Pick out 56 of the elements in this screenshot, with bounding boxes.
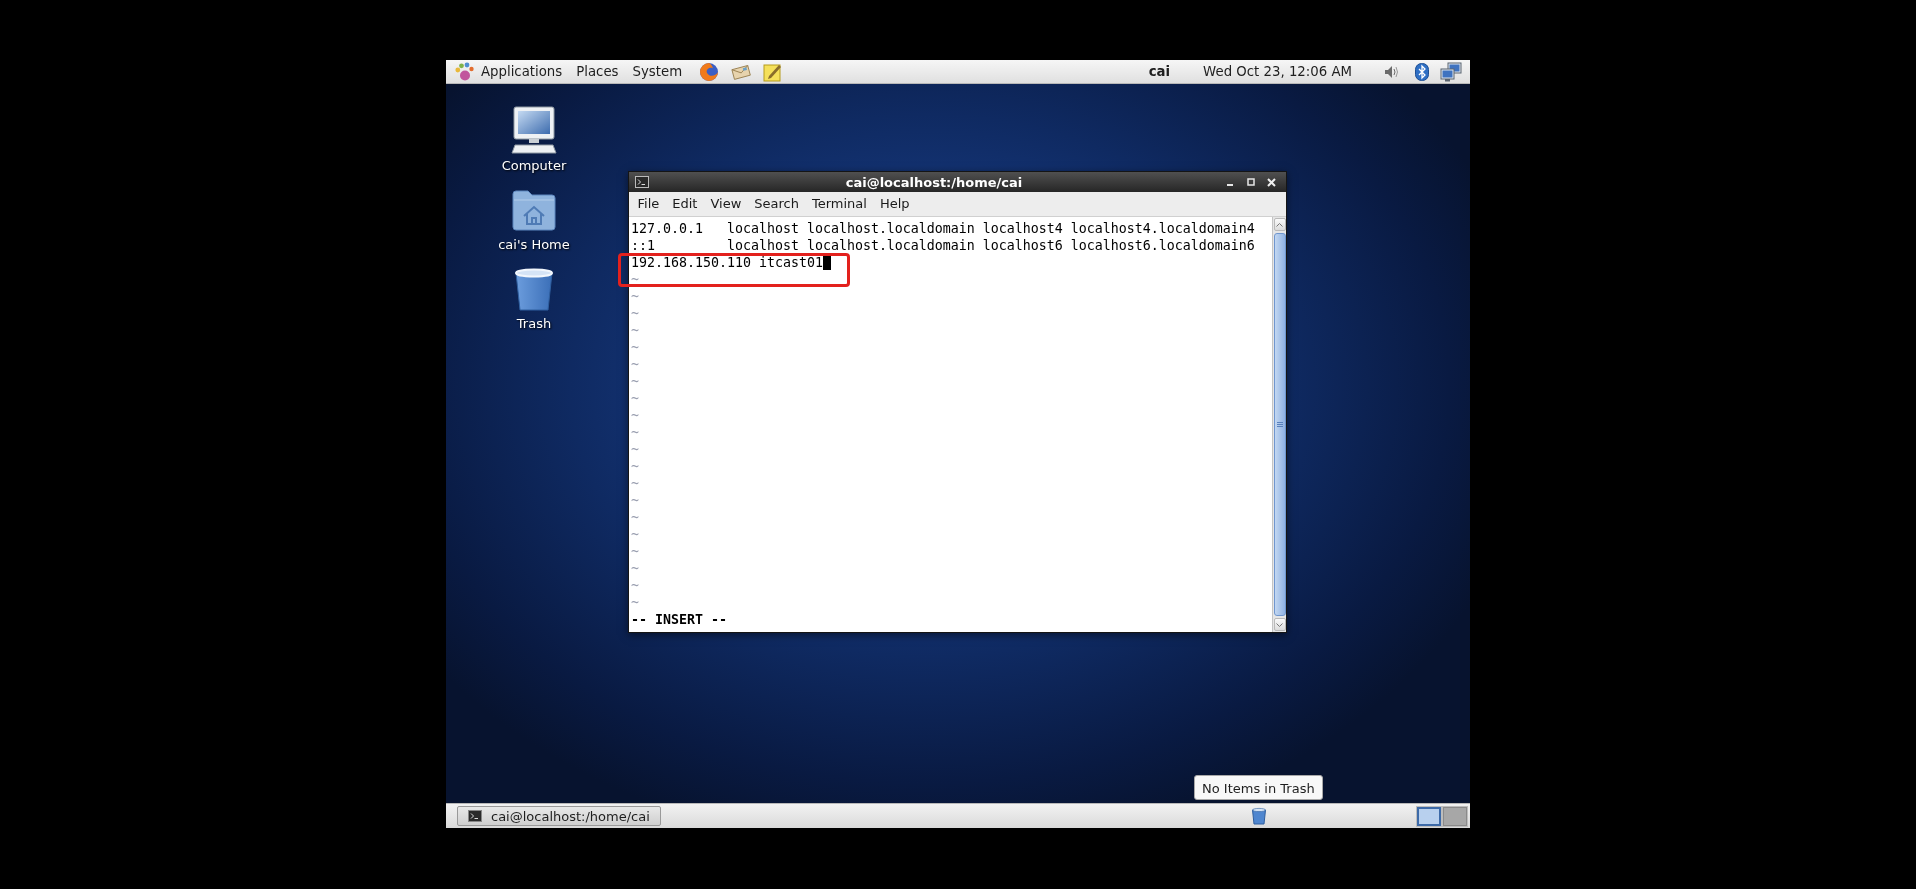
scroll-down-button[interactable]	[1273, 618, 1286, 631]
empty-line-tilde: ~	[631, 441, 639, 458]
desktop-icon-label[interactable]: cai's Home	[498, 237, 570, 253]
text-line: ::1 localhost localhost.localdomain localhost6 localhost6.localdomain6	[631, 237, 1255, 254]
menu-item[interactable]: Edit	[665, 194, 704, 214]
empty-line-tilde: ~	[631, 594, 639, 611]
note-pencil-icon[interactable]	[763, 61, 784, 82]
menu-item[interactable]: File	[631, 194, 666, 214]
empty-line-tilde: ~	[631, 475, 639, 492]
clock[interactable]: Wed Oct 23, 12:06 AM	[1203, 64, 1352, 79]
workspace-tile[interactable]	[1417, 806, 1441, 826]
empty-line-tilde: ~	[631, 305, 639, 322]
scroll-up-button[interactable]	[1273, 218, 1286, 231]
taskbar-button[interactable]: cai@localhost:/home/cai	[457, 806, 661, 826]
empty-line-tilde: ~	[631, 458, 639, 475]
panel-menu[interactable]: System	[625, 61, 690, 82]
text-line: 127.0.0.1 localhost localhost.localdomain localhost4 localhost4.localdomain4	[631, 220, 1255, 237]
menu-item[interactable]: Terminal	[805, 194, 874, 214]
empty-line-tilde: ~	[631, 322, 639, 339]
empty-line-tilde: ~	[631, 543, 639, 560]
empty-line-tilde: ~	[631, 271, 639, 288]
workspace-tile[interactable]	[1443, 806, 1467, 826]
terminal-icon	[635, 176, 649, 188]
panel-menu[interactable]: Places	[569, 61, 626, 82]
menu-item[interactable]: Search	[747, 194, 806, 214]
panel-menu[interactable]: Applications	[474, 61, 570, 82]
computer-icon[interactable]	[510, 106, 558, 154]
window-title: cai@localhost:/home/cai	[844, 174, 1024, 190]
empty-line-tilde: ~	[631, 492, 639, 509]
monitors-icon[interactable]	[1440, 61, 1462, 82]
user-name[interactable]: cai	[1148, 64, 1171, 79]
empty-line-tilde: ~	[631, 339, 639, 356]
empty-line-tilde: ~	[631, 424, 639, 441]
empty-line-tilde: ~	[631, 390, 639, 407]
empty-line-tilde: ~	[631, 356, 639, 373]
mode-status: -- INSERT --	[631, 611, 727, 628]
text-line: 192.168.150.110 itcast01	[631, 254, 823, 271]
close-icon	[1267, 177, 1276, 187]
bluetooth-icon[interactable]	[1415, 62, 1429, 81]
maximize-icon	[1246, 178, 1255, 186]
desktop-icon-label[interactable]: Computer	[501, 158, 567, 174]
empty-line-tilde: ~	[631, 526, 639, 543]
grip-icon	[1276, 422, 1283, 427]
menu-item[interactable]: Help	[873, 194, 917, 214]
empty-line-tilde: ~	[631, 407, 639, 424]
empty-line-tilde: ~	[631, 577, 639, 594]
terminal-icon	[468, 810, 482, 822]
foot-icon[interactable]	[454, 61, 474, 82]
desktop-icon-label[interactable]: Trash	[516, 316, 552, 332]
empty-line-tilde: ~	[631, 373, 639, 390]
menu-item[interactable]: View	[703, 194, 748, 214]
tooltip: No Items in Trash	[1194, 775, 1323, 800]
globe-icon[interactable]	[699, 61, 720, 82]
empty-line-tilde: ~	[631, 560, 639, 577]
empty-line-tilde: ~	[631, 509, 639, 526]
empty-line-tilde: ~	[631, 288, 639, 305]
